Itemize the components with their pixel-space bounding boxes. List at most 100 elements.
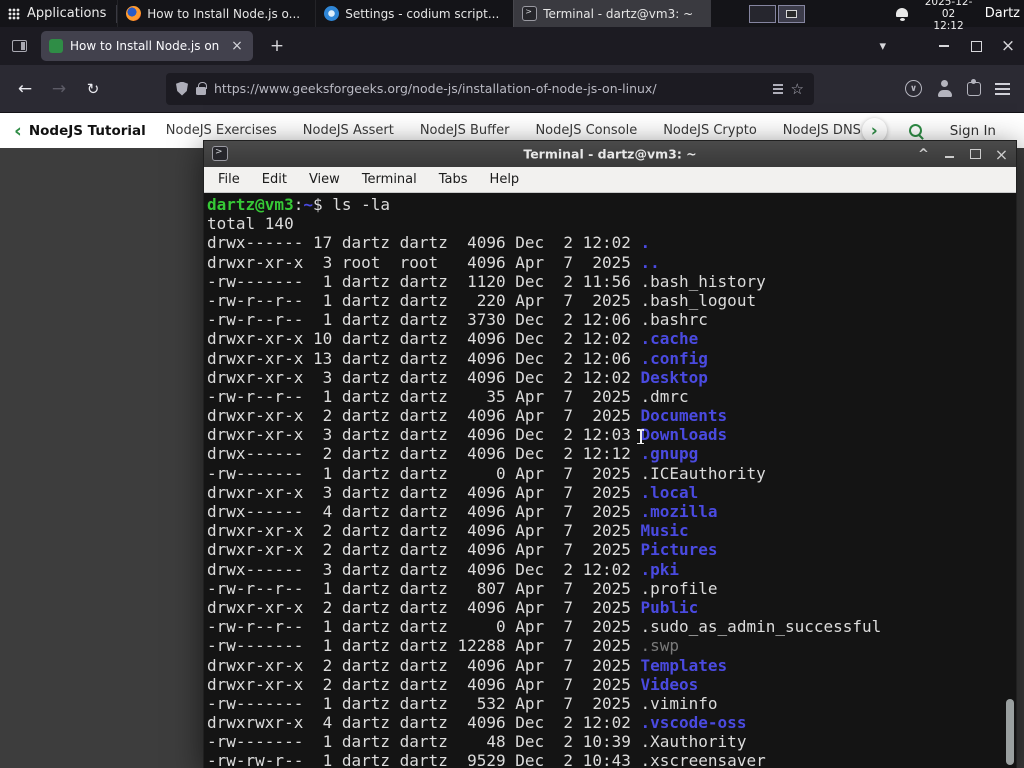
site-nav-item-4[interactable]: NodeJS Console — [535, 123, 637, 138]
terminal-output-line: drwx------ 17 dartz dartz 4096 Dec 2 12:… — [207, 233, 651, 253]
terminal-output-line: -rw------- 1 dartz dartz 12288 Apr 7 202… — [207, 636, 680, 656]
browser-close-button[interactable] — [992, 27, 1024, 65]
site-nav-back-chevron-icon[interactable] — [14, 120, 22, 142]
site-nav-item-5[interactable]: NodeJS Crypto — [663, 123, 757, 138]
terminal-titlebar[interactable]: Terminal - dartz@vm3: ~ — [204, 141, 1016, 167]
tab-close-icon[interactable] — [229, 38, 245, 54]
lock-icon[interactable] — [196, 81, 207, 95]
terminal-output-line: -rw-r--r-- 1 dartz dartz 807 Apr 7 2025 … — [207, 578, 718, 598]
workspace-window-thumb — [786, 9, 798, 18]
tab-bar: How to Install Node.js on — [0, 27, 1024, 65]
url-text[interactable]: https://www.geeksforgeeks.org/node-js/in… — [214, 81, 765, 96]
taskbar: How to Install Node.js o... Settings - co… — [117, 0, 712, 27]
terminal-output-line: drwxr-xr-x 2 dartz dartz 4096 Apr 7 2025… — [207, 655, 728, 675]
terminal-maximize-button[interactable] — [969, 141, 982, 167]
applications-label: Applications — [27, 6, 107, 21]
taskbar-button-1[interactable]: How to Install Node.js o... — [117, 0, 315, 27]
tab-favicon-gfg — [49, 39, 63, 53]
search-icon[interactable] — [908, 124, 922, 137]
terminal-output-line: drwxr-xr-x 3 root root 4096 Apr 7 2025 .… — [207, 252, 660, 272]
terminal-scrollbar[interactable] — [1005, 193, 1015, 768]
firefox-icon — [126, 6, 142, 21]
user-menu[interactable]: Dartz — [985, 6, 1020, 21]
terminal-output-line: -rw-rw-r-- 1 dartz dartz 9529 Dec 2 10:4… — [207, 751, 766, 768]
menu-item-tabs[interactable]: Tabs — [433, 172, 474, 187]
site-nav-item-2[interactable]: NodeJS Assert — [303, 123, 394, 138]
new-tab-button[interactable] — [265, 36, 289, 56]
clock-time: 12:12 — [933, 19, 964, 32]
settings-icon — [324, 6, 340, 21]
taskbar-button-label: How to Install Node.js o... — [147, 6, 301, 21]
tab-title: How to Install Node.js on — [70, 39, 220, 53]
terminal-scrollbar-thumb[interactable] — [1006, 699, 1014, 765]
terminal-output-line: drwxrwxr-x 4 dartz dartz 4096 Dec 2 12:0… — [207, 713, 747, 733]
taskbar-button-2[interactable]: Settings - codium script... — [315, 0, 513, 27]
terminal-icon — [522, 6, 538, 21]
terminal-minimize-button[interactable] — [943, 141, 956, 167]
site-nav-tutorial-link[interactable]: NodeJS Tutorial — [29, 123, 146, 139]
menu-item-file[interactable]: File — [212, 172, 246, 187]
workspace-switcher[interactable] — [749, 4, 806, 23]
applications-grid-icon — [8, 7, 20, 20]
terminal-output-line: drwx------ 4 dartz dartz 4096 Apr 7 2025… — [207, 502, 718, 521]
terminal-output-line: drwxr-xr-x 10 dartz dartz 4096 Dec 2 12:… — [207, 329, 699, 349]
terminal-output-line: drwxr-xr-x 3 dartz dartz 4096 Dec 2 12:0… — [207, 367, 708, 387]
terminal-title: Terminal - dartz@vm3: ~ — [523, 146, 697, 162]
terminal-shade-button[interactable] — [917, 141, 930, 167]
terminal-window: Terminal - dartz@vm3: ~ File Edit View Term… — [203, 140, 1017, 768]
terminal-output-line: -rw------- 1 dartz dartz 1120 Dec 2 11:5… — [207, 271, 766, 291]
terminal-output-line: drwx------ 2 dartz dartz 4096 Dec 2 12:1… — [207, 444, 699, 464]
site-nav-item-3[interactable]: NodeJS Buffer — [420, 123, 510, 138]
workspace-1[interactable] — [749, 4, 777, 23]
terminal-output-line: drwxr-xr-x 2 dartz dartz 4096 Apr 7 2025… — [207, 674, 699, 694]
applications-menu-button[interactable]: Applications — [0, 0, 116, 27]
terminal-output-line: drwxr-xr-x 2 dartz dartz 4096 Apr 7 2025… — [207, 521, 689, 541]
taskbar-button-label: Terminal - dartz@vm3: ~ — [543, 6, 694, 21]
notification-bell-icon[interactable] — [895, 6, 909, 22]
sign-in-button[interactable]: Sign In — [950, 123, 996, 139]
terminal-output[interactable]: dartz@vm3:~$ ls -la total 140 drwx------ 1… — [204, 193, 1016, 768]
terminal-prompt-line: dartz@vm3:~$ ls -la — [207, 195, 391, 214]
menu-icon[interactable] — [995, 82, 1010, 95]
top-panel: Applications How to Install Node.js o...… — [0, 0, 1024, 32]
bookmark-star-icon[interactable] — [791, 80, 804, 98]
menu-item-edit[interactable]: Edit — [256, 172, 293, 187]
account-icon[interactable] — [936, 80, 953, 97]
browser-tab[interactable]: How to Install Node.js on — [41, 31, 253, 61]
terminal-output-line: drwx------ 3 dartz dartz 4096 Dec 2 12:0… — [207, 559, 680, 579]
terminal-icon — [212, 146, 228, 161]
terminal-output-line: -rw-r--r-- 1 dartz dartz 3730 Dec 2 12:0… — [207, 310, 708, 330]
list-all-tabs-icon[interactable] — [879, 39, 886, 54]
terminal-output-line: drwxr-xr-x 2 dartz dartz 4096 Apr 7 2025… — [207, 540, 718, 560]
url-bar[interactable]: https://www.geeksforgeeks.org/node-js/in… — [166, 72, 814, 105]
reader-mode-icon[interactable] — [772, 83, 783, 86]
terminal-output-line: -rw------- 1 dartz dartz 48 Dec 2 10:39 … — [207, 732, 747, 752]
terminal-close-button[interactable] — [995, 141, 1008, 167]
tracking-protection-shield-icon[interactable] — [176, 81, 188, 96]
taskbar-button-label: Settings - codium script... — [345, 6, 500, 21]
pocket-icon[interactable] — [905, 80, 922, 97]
back-button[interactable] — [8, 72, 42, 106]
firefox-view-icon[interactable] — [12, 40, 27, 52]
menu-item-view[interactable]: View — [303, 172, 346, 187]
menu-item-help[interactable]: Help — [484, 172, 526, 187]
panel-clock[interactable]: 2025-12-02 12:12 — [924, 0, 973, 32]
reload-button[interactable] — [76, 72, 110, 106]
site-nav-item-1[interactable]: NodeJS Exercises — [166, 123, 277, 138]
taskbar-button-3[interactable]: Terminal - dartz@vm3: ~ — [513, 0, 712, 27]
terminal-output-line: -rw-r--r-- 1 dartz dartz 35 Apr 7 2025 .… — [207, 386, 689, 406]
terminal-output-line: drwxr-xr-x 2 dartz dartz 4096 Apr 7 2025… — [207, 597, 699, 617]
browser-maximize-button[interactable] — [960, 27, 992, 65]
text-cursor — [636, 429, 645, 445]
browser-minimize-button[interactable] — [928, 27, 960, 65]
desktop: Applications How to Install Node.js o...… — [0, 0, 1024, 768]
terminal-output-line: drwxr-xr-x 13 dartz dartz 4096 Dec 2 12:… — [207, 348, 708, 368]
clock-date: 2025-12-02 — [924, 0, 973, 20]
site-nav-item-6[interactable]: NodeJS DNS — [783, 123, 861, 138]
navigation-toolbar: https://www.geeksforgeeks.org/node-js/in… — [0, 65, 1024, 113]
extensions-icon[interactable] — [967, 78, 981, 96]
terminal-output-line: drwxr-xr-x 3 dartz dartz 4096 Apr 7 2025… — [207, 482, 699, 502]
menu-item-terminal[interactable]: Terminal — [356, 172, 423, 187]
workspace-2[interactable] — [778, 4, 806, 23]
forward-button[interactable] — [42, 72, 76, 106]
